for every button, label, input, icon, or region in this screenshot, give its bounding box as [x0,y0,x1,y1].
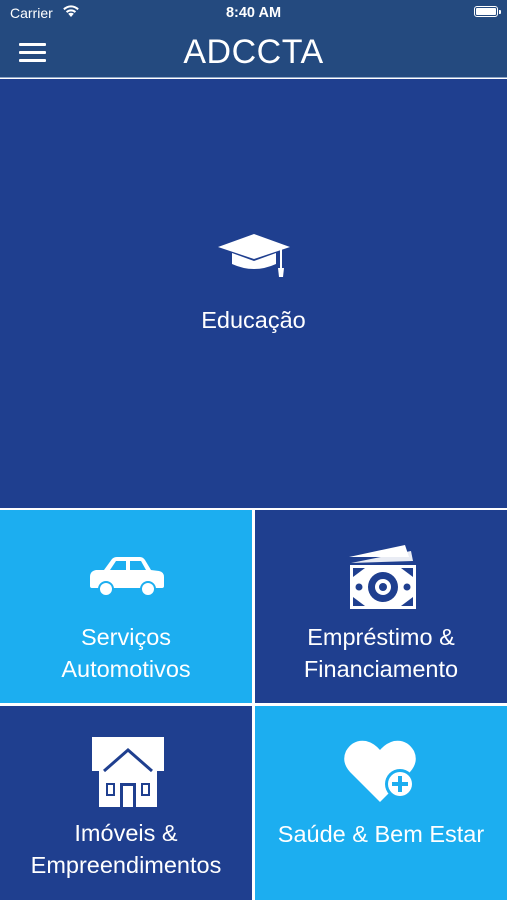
battery-icon [474,6,501,17]
tile-label-line: Serviços [80,624,172,650]
tile-label-line: Imóveis & [74,820,178,846]
tile-label-line: Empréstimo & [307,624,455,650]
graduation-cap-icon [218,234,290,277]
heart-plus-icon [344,740,416,802]
tile-saude-bem-estar[interactable]: Saúde & Bem Estar [255,706,507,900]
house-icon [92,737,164,807]
status-bar: Carrier 8:40 AM [0,0,507,27]
tile-servicos-automotivos[interactable]: Serviços Automotivos [0,510,252,703]
tile-label-line: Automotivos [61,656,191,682]
tile-emprestimo-financiamento[interactable]: Empréstimo & Financiamento [255,510,507,703]
status-time: 8:40 AM [225,5,282,21]
tile-imoveis-empreendimentos[interactable]: Imóveis & Empreendimentos [0,706,252,900]
car-icon [90,557,164,597]
money-icon [349,545,416,609]
tile-label-educacao: Educação [201,307,306,333]
tile-label-automotivos: Serviços Automotivos [0,621,252,685]
navigation-bar: ADCCTA [0,27,507,78]
tile-label-saude: Saúde & Bem Estar [277,821,485,847]
tile-label-line: Empreendimentos [30,852,222,878]
tile-label-emprestimo: Empréstimo & Financiamento [255,621,507,685]
app-title: ADCCTA [183,33,324,71]
tile-educacao[interactable]: Educação [0,79,507,508]
tile-label-imoveis: Imóveis & Empreendimentos [0,817,252,881]
tile-label-line: Financiamento [303,656,459,682]
